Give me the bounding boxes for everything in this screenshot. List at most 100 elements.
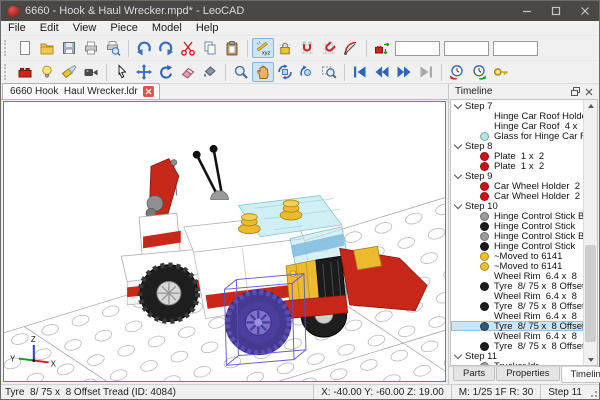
snap-rotate-button[interactable] bbox=[318, 38, 340, 58]
timeline-part-row[interactable]: Hinge Control Stick Base bbox=[451, 231, 583, 241]
scroll-down-button[interactable] bbox=[584, 354, 597, 365]
timeline-part-row[interactable]: Plate 1 x 2 bbox=[451, 161, 583, 171]
menu-model[interactable]: Model bbox=[145, 21, 189, 35]
timeline-part-row[interactable]: Hinge Control Stick bbox=[451, 241, 583, 251]
menu-piece[interactable]: Piece bbox=[103, 21, 145, 35]
timeline-part-row[interactable]: Trucker.ldr bbox=[451, 361, 583, 365]
insert-piece-button[interactable] bbox=[14, 62, 36, 82]
timeline-part-row[interactable]: Tyre 8/ 75 x 8 Offset Tr... bbox=[451, 341, 583, 351]
save-button[interactable] bbox=[58, 38, 80, 58]
timeline-part-row[interactable]: Wheel Rim 6.4 x 8 bbox=[451, 331, 583, 341]
transform-relative-button[interactable] bbox=[371, 38, 393, 58]
float-panel-button[interactable] bbox=[568, 86, 582, 98]
timeline-step-header[interactable]: Step 10 bbox=[451, 201, 583, 211]
cut-button[interactable] bbox=[177, 38, 199, 58]
close-panel-button[interactable] bbox=[582, 86, 596, 98]
document-tab[interactable]: 6660 Hook Haul Wrecker.ldr bbox=[2, 83, 160, 99]
chevron-down-icon[interactable] bbox=[454, 101, 462, 109]
rotate-view-button[interactable] bbox=[274, 62, 296, 82]
menu-file[interactable]: File bbox=[1, 21, 33, 35]
timeline-part-row[interactable]: Car Wheel Holder 2 x 2... bbox=[451, 191, 583, 201]
move-earlier-button[interactable] bbox=[446, 62, 468, 82]
paste-button[interactable] bbox=[221, 38, 243, 58]
control-levers[interactable] bbox=[193, 145, 229, 200]
transform-y-input[interactable] bbox=[444, 41, 489, 56]
toolbar-handle[interactable] bbox=[4, 64, 10, 80]
copy-button[interactable] bbox=[199, 38, 221, 58]
print-button[interactable] bbox=[80, 38, 102, 58]
zoom-tool-button[interactable] bbox=[230, 62, 252, 82]
minimize-button[interactable] bbox=[512, 1, 541, 21]
timeline-scrollbar[interactable] bbox=[583, 100, 597, 365]
undo-button[interactable] bbox=[133, 38, 155, 58]
3d-viewport[interactable]: Z Y X bbox=[3, 101, 446, 382]
timeline-part-row[interactable]: Plate 1 x 2 bbox=[451, 151, 583, 161]
timeline-part-row[interactable]: Wheel Rim 6.4 x 8 bbox=[451, 291, 583, 301]
timeline-part-row[interactable]: Wheel Rim 6.4 x 8 bbox=[451, 271, 583, 281]
roll-tool-button[interactable] bbox=[296, 62, 318, 82]
paint-tool-button[interactable] bbox=[199, 62, 221, 82]
timeline-part-row[interactable]: Glass for Hinge Car Roo... bbox=[451, 131, 583, 141]
front-grille-assembly[interactable] bbox=[284, 256, 348, 318]
timeline-part-row[interactable]: ~Moved to 6141 bbox=[451, 261, 583, 271]
move-later-button[interactable] bbox=[468, 62, 490, 82]
move-tool-button[interactable] bbox=[133, 62, 155, 82]
pan-tool-button[interactable] bbox=[252, 62, 274, 82]
panel-tab-properties[interactable]: Properties bbox=[496, 367, 559, 381]
close-button[interactable] bbox=[570, 1, 599, 21]
transform-x-input[interactable] bbox=[395, 41, 440, 56]
menu-help[interactable]: Help bbox=[189, 21, 226, 35]
chevron-down-icon[interactable] bbox=[454, 351, 462, 359]
new-button[interactable] bbox=[14, 38, 36, 58]
front-fender[interactable] bbox=[340, 246, 427, 310]
crane-arm[interactable] bbox=[146, 159, 179, 221]
timeline-part-row[interactable]: Hinge Car Roof Holder ... bbox=[451, 111, 583, 121]
panel-tab-parts[interactable]: Parts bbox=[453, 367, 495, 381]
timeline-part-row[interactable]: Hinge Car Roof 4 x 4 S... bbox=[451, 121, 583, 131]
light-button[interactable] bbox=[36, 62, 58, 82]
rotate-tool-button[interactable] bbox=[155, 62, 177, 82]
move-snap-toggle[interactable]: xyz bbox=[252, 38, 274, 58]
model-tow-truck[interactable] bbox=[121, 145, 427, 365]
snap-angle-button[interactable] bbox=[340, 38, 362, 58]
print-preview-button[interactable] bbox=[102, 38, 124, 58]
panel-tab-timeline[interactable]: Timeline bbox=[561, 367, 600, 383]
timeline-tree[interactable]: Step 7Hinge Car Roof Holder ...Hinge Car… bbox=[451, 100, 583, 365]
last-step-button[interactable] bbox=[415, 62, 437, 82]
menu-edit[interactable]: Edit bbox=[33, 21, 66, 35]
timeline-step-header[interactable]: Step 9 bbox=[451, 171, 583, 181]
spotlight-button[interactable] bbox=[58, 62, 80, 82]
keys-button[interactable] bbox=[490, 62, 512, 82]
transform-z-input[interactable] bbox=[493, 41, 538, 56]
timeline-step-header[interactable]: Step 11 bbox=[451, 351, 583, 361]
toolbar-handle[interactable] bbox=[4, 40, 10, 56]
timeline-step-header[interactable]: Step 8 bbox=[451, 141, 583, 151]
scroll-up-button[interactable] bbox=[584, 100, 597, 111]
delete-tool-button[interactable] bbox=[177, 62, 199, 82]
timeline-step-header[interactable]: Step 7 bbox=[451, 101, 583, 111]
first-step-button[interactable] bbox=[349, 62, 371, 82]
chevron-down-icon[interactable] bbox=[454, 171, 462, 179]
open-button[interactable] bbox=[36, 38, 58, 58]
timeline-part-row[interactable]: Tyre 8/ 75 x 8 Offset Tr... bbox=[451, 281, 583, 291]
redo-button[interactable] bbox=[155, 38, 177, 58]
rear-wheel[interactable] bbox=[140, 265, 198, 322]
tab-close-button[interactable] bbox=[143, 86, 154, 97]
zoom-region-button[interactable] bbox=[318, 62, 340, 82]
selected-tyre[interactable] bbox=[225, 290, 291, 354]
timeline-part-row[interactable]: Car Wheel Holder 2 x 2... bbox=[451, 181, 583, 191]
timeline-part-row[interactable]: Hinge Control Stick Base bbox=[451, 211, 583, 221]
camera-button[interactable] bbox=[80, 62, 102, 82]
lock-xyz-button[interactable] bbox=[274, 38, 296, 58]
menu-view[interactable]: View bbox=[66, 21, 104, 35]
next-step-button[interactable] bbox=[393, 62, 415, 82]
maximize-button[interactable] bbox=[541, 1, 570, 21]
select-tool-button[interactable] bbox=[111, 62, 133, 82]
timeline-part-row[interactable]: Wheel Rim 6.4 x 8 bbox=[451, 311, 583, 321]
resize-grip[interactable] bbox=[589, 385, 599, 399]
chevron-down-icon[interactable] bbox=[454, 201, 462, 209]
scrollbar-track[interactable] bbox=[584, 111, 597, 354]
snap-move-button[interactable] bbox=[296, 38, 318, 58]
timeline-part-row[interactable]: ~Moved to 6141 bbox=[451, 251, 583, 261]
timeline-part-row[interactable]: Hinge Control Stick bbox=[451, 221, 583, 231]
